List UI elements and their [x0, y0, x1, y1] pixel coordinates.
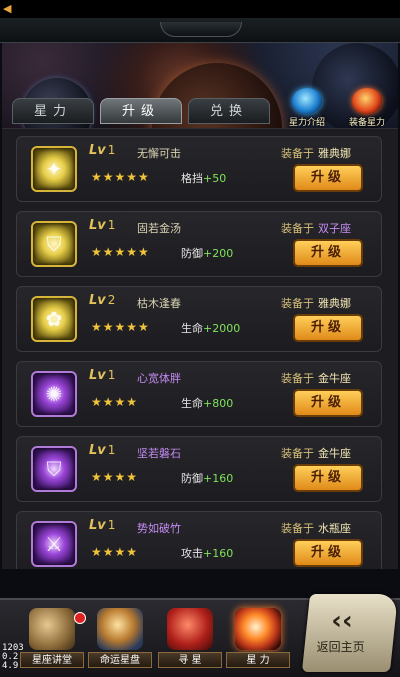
stat-bonus: 生命+2000 [181, 322, 241, 335]
skill-name: 坚若磐石 [137, 447, 181, 460]
tab-star-power[interactable]: 星力 [12, 98, 94, 124]
back-home-label: 返回主页 [316, 640, 365, 654]
stat-bonus: 防御+200 [181, 247, 234, 260]
star-power-list[interactable]: ✦ Lv 1 无懈可击 ★★★★★ 格挡+50 装备于 雅典娜 升级 ⛉ Lv 1 固… [2, 128, 398, 569]
star-power-intro-label: 星力介绍 [288, 118, 325, 128]
nav-label: 寻 星 [158, 652, 222, 668]
equipped-on: 装备于 双子座 [281, 222, 351, 235]
skill-name: 心宽体胖 [137, 372, 181, 385]
sword-gem-icon: ⚔ [31, 521, 77, 567]
tab-upgrade[interactable]: 升级 [100, 98, 182, 124]
frame-ornament [160, 22, 242, 37]
level-label: Lv 1 [89, 518, 116, 533]
level-label: Lv 1 [89, 143, 116, 158]
upgrade-button[interactable]: 升级 [293, 539, 363, 567]
stat-bonus: 格挡+50 [181, 172, 227, 185]
list-item: ✿ Lv 2 枯木逢春 ★★★★★ 生命+2000 装备于 雅典娜 升级 [16, 286, 382, 352]
notification-badge [74, 612, 86, 624]
star-power-icon [235, 608, 281, 650]
double-chevron-left-icon: ‹‹ [331, 606, 353, 636]
star-rating: ★★★★ [91, 395, 139, 409]
upgrade-button[interactable]: 升级 [293, 464, 363, 492]
stat-bonus: 攻击+160 [181, 547, 234, 560]
book-icon [29, 608, 75, 650]
list-item: ⛉ Lv 1 固若金汤 ★★★★★ 防御+200 装备于 双子座 升级 [16, 211, 382, 277]
skill-name: 无懈可击 [137, 147, 181, 160]
shield-gem-icon: ⛉ [31, 446, 77, 492]
star-power-intro-button[interactable]: 星力介绍 [280, 88, 334, 128]
equip-star-power-button[interactable]: 装备星力 [340, 88, 394, 128]
star-rating: ★★★★ [91, 470, 139, 484]
shield-gem-icon: ⛉ [31, 221, 77, 267]
stat-bonus: 生命+800 [181, 397, 234, 410]
status-bar: ◀ [0, 0, 400, 18]
list-item: ⚔ Lv 1 势如破竹 ★★★★ 攻击+160 装备于 水瓶座 升级 [16, 511, 382, 569]
upgrade-button[interactable]: 升级 [293, 389, 363, 417]
nav-label: 星 力 [226, 652, 290, 668]
level-label: Lv 2 [89, 293, 116, 308]
tab-exchange[interactable]: 兑换 [188, 98, 270, 124]
stat-bonus: 防御+160 [181, 472, 234, 485]
skill-name: 势如破竹 [137, 522, 181, 535]
star-rating: ★★★★★ [91, 170, 150, 184]
star-rating: ★★★★★ [91, 320, 150, 334]
nav-label: 星座讲堂 [20, 652, 84, 668]
nav-seek-star[interactable]: 寻 星 [156, 608, 224, 668]
tome-icon [167, 608, 213, 650]
debug-overlay: 1203 0.2 4.9 [2, 643, 24, 671]
level-label: Lv 1 [89, 218, 116, 233]
star-power-gem-icon: ✦ [31, 146, 77, 192]
nav-constellation-class[interactable]: 星座讲堂 [18, 608, 86, 668]
life-gem-icon: ✿ [31, 296, 77, 342]
equip-star-icon [352, 88, 382, 114]
top-frame [0, 18, 400, 43]
constellation-icon [292, 88, 322, 114]
star-plate-icon [97, 608, 143, 650]
equipped-on: 装备于 金牛座 [281, 372, 351, 385]
list-item: ✦ Lv 1 无懈可击 ★★★★★ 格挡+50 装备于 雅典娜 升级 [16, 136, 382, 202]
nav-destiny-star-plate[interactable]: 命运星盘 [86, 608, 154, 668]
bottom-nav: 星座讲堂 命运星盘 寻 星 星 力 ‹‹ 返回主页 [0, 594, 400, 677]
upgrade-button[interactable]: 升级 [293, 314, 363, 342]
skill-name: 枯木逢春 [137, 297, 181, 310]
list-item: ⛉ Lv 1 坚若磐石 ★★★★ 防御+160 装备于 金牛座 升级 [16, 436, 382, 502]
back-home-button[interactable]: ‹‹ 返回主页 [301, 594, 399, 672]
upgrade-button[interactable]: 升级 [293, 164, 363, 192]
list-item: ✺ Lv 1 心宽体胖 ★★★★ 生命+800 装备于 金牛座 升级 [16, 361, 382, 427]
nav-label: 命运星盘 [88, 652, 152, 668]
star-rating: ★★★★★ [91, 245, 150, 259]
equipped-on: 装备于 水瓶座 [281, 522, 351, 535]
level-label: Lv 1 [89, 443, 116, 458]
life-gem-icon: ✺ [31, 371, 77, 417]
upgrade-button[interactable]: 升级 [293, 239, 363, 267]
equipped-on: 装备于 雅典娜 [281, 147, 351, 160]
equipped-on: 装备于 金牛座 [281, 447, 351, 460]
equipped-on: 装备于 雅典娜 [281, 297, 351, 310]
nav-star-power[interactable]: 星 力 [224, 608, 292, 668]
skill-name: 固若金汤 [137, 222, 181, 235]
star-rating: ★★★★ [91, 545, 139, 559]
speaker-icon: ◀ [3, 2, 12, 15]
level-label: Lv 1 [89, 368, 116, 383]
equip-star-power-label: 装备星力 [348, 118, 385, 128]
